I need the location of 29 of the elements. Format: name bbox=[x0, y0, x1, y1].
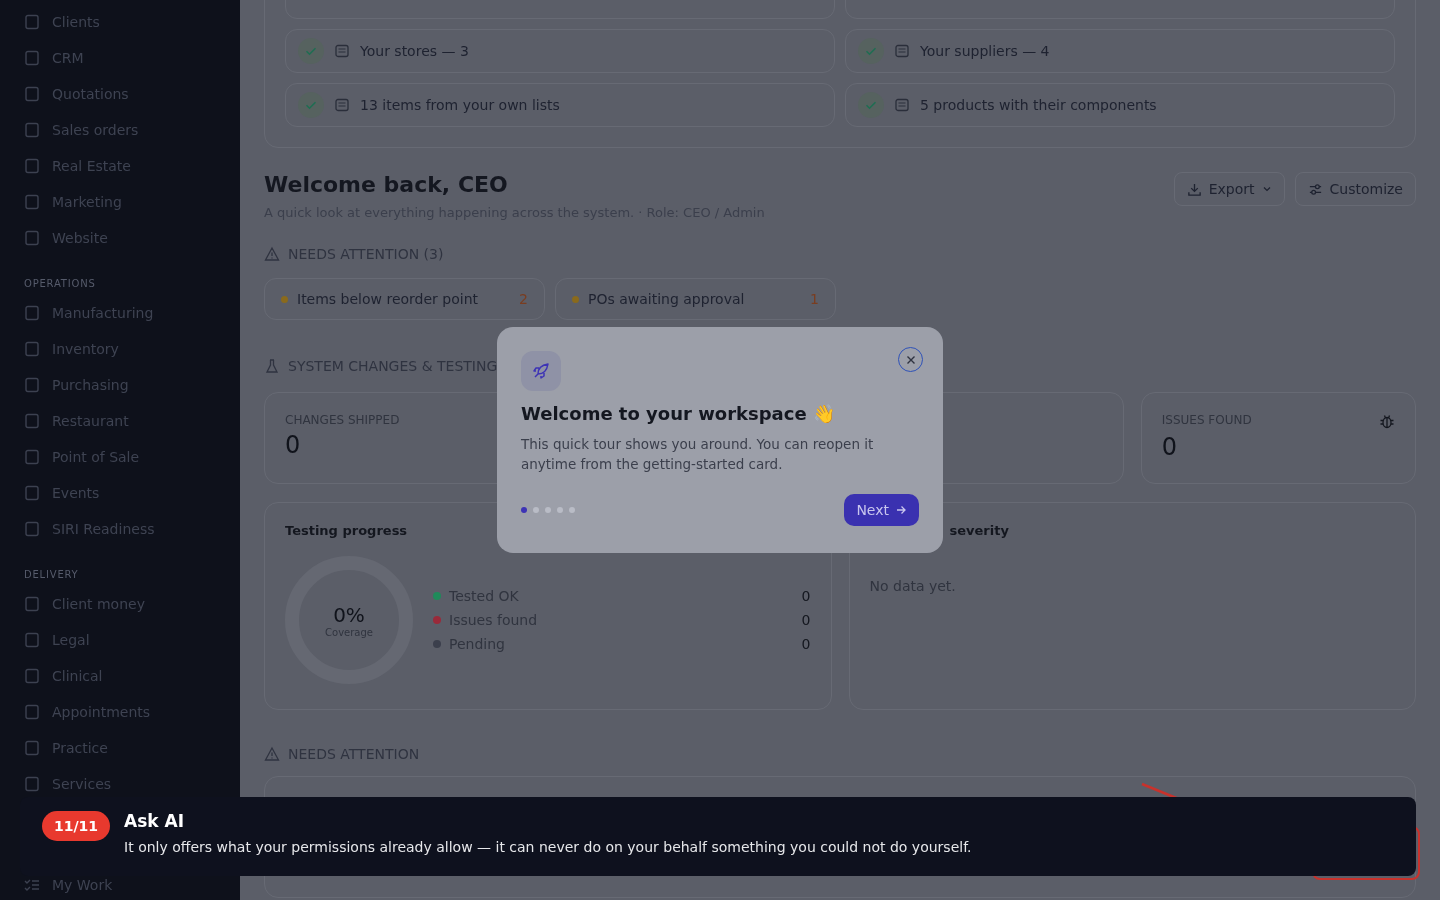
dialog-title: Welcome to your workspace 👋 bbox=[521, 403, 836, 424]
stat-value: 0 bbox=[1161, 433, 1179, 461]
stat-value: 0 bbox=[285, 431, 302, 459]
toolbar-button[interactable]: Export bbox=[1173, 172, 1285, 206]
legend-value: 0 bbox=[801, 612, 811, 628]
step-badge: 11/11 bbox=[42, 811, 111, 841]
panel-title: severity bbox=[948, 523, 1010, 538]
panel-title: Testing progress bbox=[285, 523, 409, 538]
attention-label: POs awaiting approval bbox=[588, 291, 746, 307]
setup-text: 13 items from your own lists bbox=[360, 97, 560, 113]
attention-item[interactable]: Items below reorder point 2 bbox=[264, 278, 545, 320]
attention-label: Items below reorder point bbox=[297, 291, 479, 307]
coverage-value: 0% bbox=[332, 602, 366, 627]
page-title: Welcome back, CEO bbox=[264, 172, 509, 197]
setup-text: Your suppliers — 4 bbox=[920, 43, 1050, 59]
toast-text: It only offers what your permissions already allow — it can never do on your behalf something you could not do yourself. bbox=[124, 839, 972, 855]
toolbar-button[interactable]: Customize bbox=[1294, 172, 1416, 206]
attention-count: 1 bbox=[810, 291, 819, 307]
attention-count: 2 bbox=[519, 291, 528, 307]
next-button[interactable]: Next bbox=[844, 494, 919, 526]
dialog-text: This quick tour shows you around. You can reopen it anytime from the getting-started card. bbox=[521, 435, 875, 474]
toast-title: Ask AI bbox=[124, 811, 186, 831]
section-label: DELIVERY bbox=[23, 568, 80, 582]
setup-text: 5 products with their components bbox=[920, 97, 1157, 113]
section-label: OPERATIONS bbox=[23, 277, 97, 291]
setup-text: Your stores — 3 bbox=[360, 43, 469, 59]
legend-value: 0 bbox=[801, 636, 811, 652]
attention-item[interactable]: POs awaiting approval 1 bbox=[555, 278, 836, 320]
legend-value: 0 bbox=[801, 588, 811, 604]
